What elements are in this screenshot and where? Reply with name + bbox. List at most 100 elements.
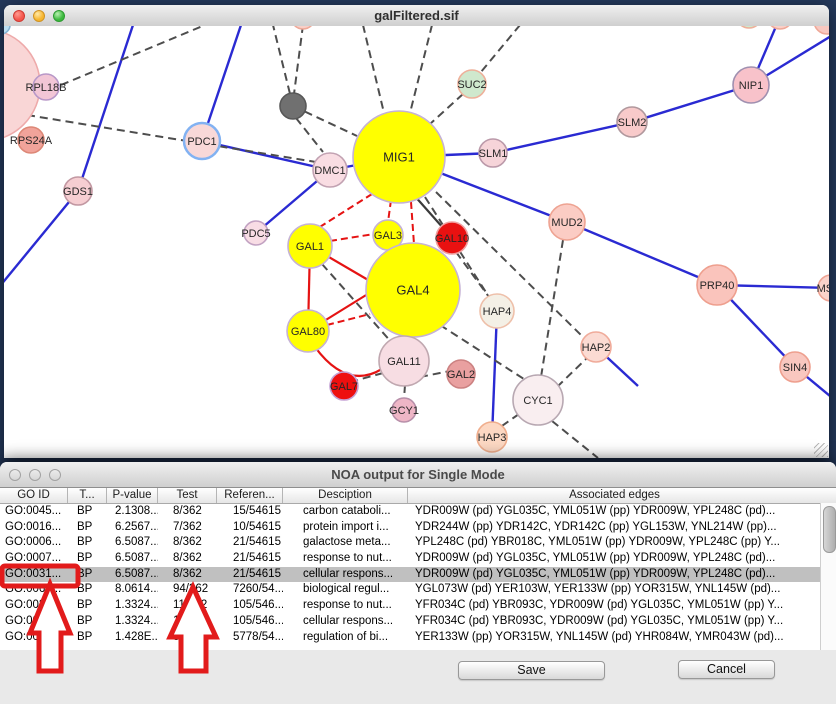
graph-edge [481,26,520,72]
node-GAL11[interactable] [379,336,429,386]
node-top-nip-peach[interactable] [767,26,793,29]
node-gray-node[interactable] [280,93,306,119]
table-cell: BP [68,535,107,551]
node-SUC2[interactable] [458,70,486,98]
table-row[interactable]: GO:0050...BP1.428E...80/3625778/54...reg… [0,630,836,646]
node-CYC1[interactable] [513,375,563,425]
node-SIN4[interactable] [780,352,810,382]
table-cell: 105/546... [217,598,283,614]
column-header-test[interactable]: Test [158,488,217,503]
table-cell: GO:0006... [0,535,68,551]
save-button[interactable]: Save [458,661,605,680]
table-cell: 7/362 [158,520,217,536]
table-cell: 15/54615 [217,504,283,520]
graph-edge [296,118,323,152]
table-cell: GO:0045... [0,504,68,520]
node-DMC1[interactable] [313,153,347,187]
node-HAP4[interactable] [480,294,514,328]
column-header-p-value[interactable]: P-value [107,488,158,503]
column-header-go-id[interactable]: GO ID [0,488,68,503]
noa-titlebar[interactable]: NOA output for Single Mode [0,462,836,488]
button-bar: Save Cancel [0,650,836,704]
resize-grip[interactable] [814,443,828,457]
table-cell: 6.2567... [107,520,158,536]
node-GAL80[interactable] [287,310,329,352]
table-cell: BP [68,614,107,630]
table-cell: GO:0031... [0,598,68,614]
noa-window: NOA output for Single Mode GO IDT...P-va… [0,462,836,704]
node-PDC1[interactable] [184,123,220,159]
graph-edge [541,240,563,377]
node-MUD2[interactable] [549,204,585,240]
node-SLM2[interactable] [617,107,647,137]
node-GAL10[interactable] [436,222,468,254]
table-row[interactable]: GO:0016...BP6.2567...7/36210/54615protei… [0,520,836,536]
node-RPL18B[interactable] [33,74,59,100]
node-HAP2[interactable] [581,332,611,362]
column-header-desciption[interactable]: Desciption [283,488,408,503]
node-SLM1[interactable] [479,139,507,167]
node-GCY1[interactable] [392,398,416,422]
graph-edge [363,26,384,113]
graph-edge [27,115,316,162]
node-GAL7[interactable] [330,372,358,400]
table-cell: 6.5087... [107,535,158,551]
graph-edge [552,421,598,458]
table-row[interactable]: GO:0007...BP6.5087...8/36221/54615respon… [0,551,836,567]
table-cell: 5778/54... [217,630,283,646]
node-GAL4[interactable] [366,243,460,337]
graph-edge [404,385,405,399]
table-cell: 7260/54... [217,582,283,598]
table-cell: YGL073W (pd) YER103W, YER133W (pp) YOR31… [408,582,821,598]
table-cell: BP [68,551,107,567]
network-graph: RPL18BRPS24AGDS1PDC1DMC1MIG1SUC2SLM1SLM2… [4,26,829,458]
node-PRP40[interactable] [697,265,737,305]
node-PDC5[interactable] [244,221,268,245]
node-RPS24A[interactable] [18,127,44,153]
graph-edge [315,347,385,376]
table-row[interactable]: GO:0065...BP8.0614...94/3627260/54...bio… [0,582,836,598]
node-GDS1[interactable] [64,177,92,205]
node-HAP3[interactable] [477,422,507,452]
table-header: GO IDT...P-valueTestReferen...Desciption… [0,488,836,504]
node-top-green[interactable] [736,26,762,28]
node-GAL2[interactable] [447,360,475,388]
graph-edge [330,234,374,241]
cancel-button[interactable]: Cancel [678,660,775,679]
node-NIP1[interactable] [733,67,769,103]
table-row[interactable]: GO:0031...BP6.5087...8/36221/54615cellul… [0,567,836,583]
node-top-right-pink[interactable] [814,26,829,34]
table-row[interactable]: GO:0045...BP2.1308...8/36215/54615carbon… [0,504,836,520]
table-row[interactable]: GO:0031...BP1.3324...11/362105/546...res… [0,598,836,614]
column-header-t-[interactable]: T... [68,488,107,503]
table-cell: response to nut... [283,598,408,614]
graph-edge [388,200,391,222]
node-corner-blue[interactable] [4,26,10,34]
network-window-title: galFiltered.sif [4,8,829,23]
table-cell: 11/362 [158,614,217,630]
node-MSL5[interactable] [818,275,829,301]
table-cell: 11/362 [158,598,217,614]
node-GAL1[interactable] [288,224,332,268]
table-body: GO:0045...BP2.1308...8/36215/54615carbon… [0,504,836,645]
table-cell: 8/362 [158,567,217,583]
table-cell: YPL248C (pd) YBR018C, YML051W (pp) YDR00… [408,535,821,551]
scrollbar-thumb[interactable] [823,506,836,553]
results-table: GO IDT...P-valueTestReferen...Desciption… [0,488,836,651]
table-cell: GO:0007... [0,551,68,567]
table-cell: BP [68,630,107,646]
table-row[interactable]: GO:0006...BP6.5087...8/36221/54615galact… [0,535,836,551]
table-row[interactable]: GO:0031...BP1.3324...11/362105/546...cel… [0,614,836,630]
network-canvas[interactable]: RPL18BRPS24AGDS1PDC1DMC1MIG1SUC2SLM1SLM2… [4,26,829,458]
network-titlebar[interactable]: galFiltered.sif [4,5,829,27]
column-header-associated-edges[interactable]: Associated edges [408,488,821,503]
table-cell: 1.3324... [107,598,158,614]
table-cell: 10/54615 [217,520,283,536]
table-cell: 2.1308... [107,504,158,520]
table-cell: 6.5087... [107,567,158,583]
node-MIG1[interactable] [353,111,445,203]
node-top-pink[interactable] [291,26,315,29]
column-header-referen-[interactable]: Referen... [217,488,283,503]
table-cell: YDR009W (pd) YGL035C, YML051W (pp) YDR00… [408,504,821,520]
vertical-scrollbar[interactable] [820,503,836,650]
